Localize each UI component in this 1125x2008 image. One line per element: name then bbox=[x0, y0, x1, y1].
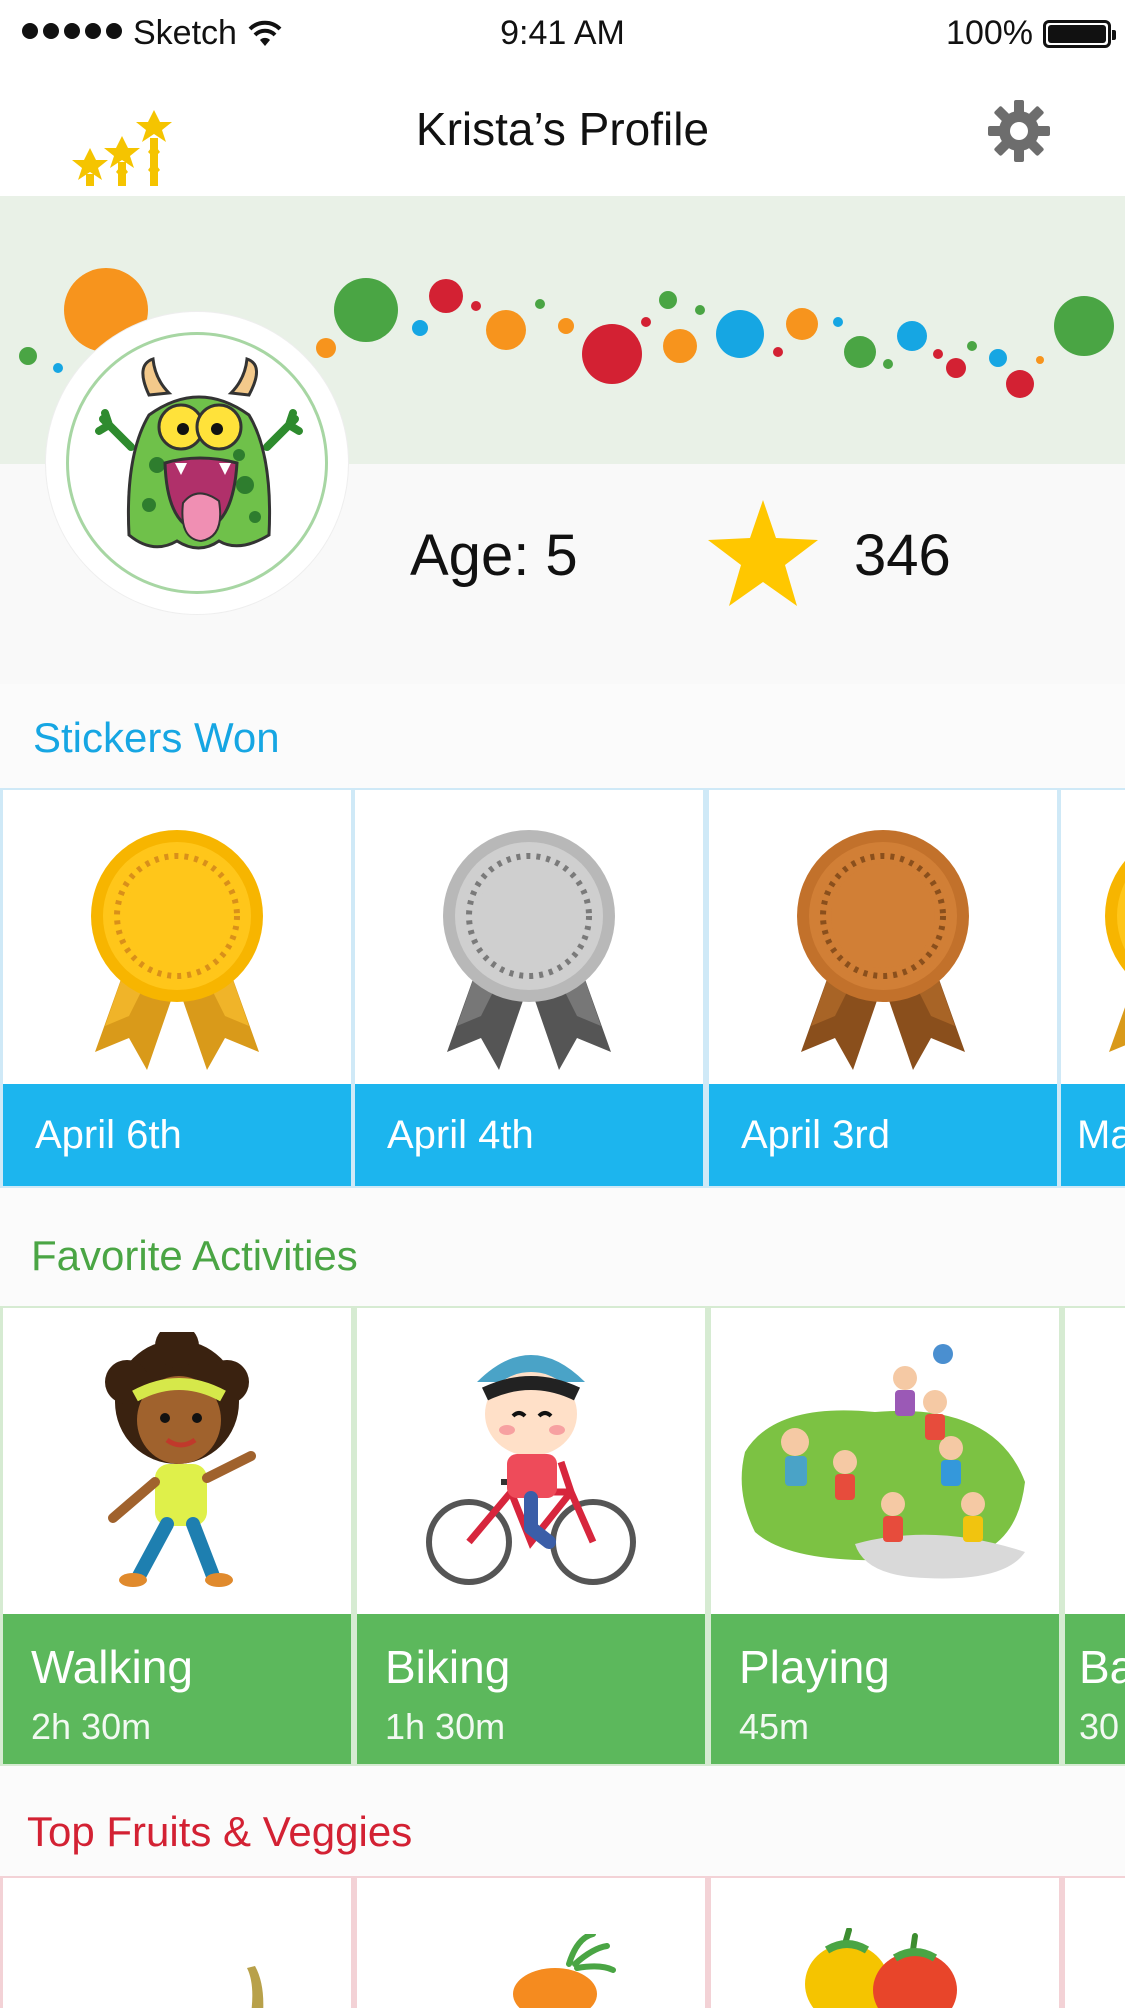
activity-name: Biking bbox=[385, 1641, 511, 1693]
activity-name: Walking bbox=[31, 1641, 193, 1693]
sticker-date: April 4th bbox=[355, 1084, 703, 1186]
fruit-card[interactable] bbox=[354, 1878, 708, 2008]
activity-time: 2h 30m bbox=[31, 1706, 152, 1747]
activity-time: 1h 30m bbox=[385, 1706, 506, 1747]
page-title: Krista’s Profile bbox=[415, 103, 710, 155]
fruit-card[interactable] bbox=[708, 1878, 1062, 2008]
sticker-card[interactable]: April 4th bbox=[352, 790, 706, 1186]
battery-icon bbox=[1043, 19, 1116, 48]
monster-icon bbox=[95, 356, 303, 550]
activity-label: Ba 30 bbox=[1065, 1614, 1125, 1764]
gold-medal-icon bbox=[91, 830, 263, 1070]
monster-avatar-image bbox=[66, 332, 328, 594]
section-title-stickers: Stickers Won bbox=[33, 714, 280, 761]
section-title-activities: Favorite Activities bbox=[31, 1232, 358, 1279]
activity-card[interactable]: Walking 2h 30m bbox=[0, 1308, 354, 1764]
navigation-bar: Krista’s Profile bbox=[0, 64, 1125, 196]
sticker-card[interactable]: April 3rd bbox=[706, 790, 1060, 1186]
gold-medal-icon bbox=[1105, 860, 1125, 1052]
activity-name: Ba bbox=[1079, 1641, 1125, 1693]
stickers-carousel[interactable]: April 6th April 4th April 3rd M bbox=[0, 788, 1125, 1188]
sticker-card[interactable]: Ma bbox=[1058, 790, 1125, 1186]
age-text: Age: 5 bbox=[410, 523, 578, 588]
points-count: 346 bbox=[854, 523, 951, 588]
carrot-image bbox=[513, 1934, 616, 2008]
fruit-card[interactable] bbox=[0, 1878, 354, 2008]
battery-percent: 100% bbox=[946, 14, 1033, 52]
activity-label: Playing 45m bbox=[711, 1614, 1059, 1764]
activity-label: Walking 2h 30m bbox=[3, 1614, 351, 1764]
fruits-carousel[interactable] bbox=[0, 1876, 1125, 2008]
activity-card[interactable]: Playing 45m bbox=[708, 1308, 1062, 1764]
peppers-image bbox=[805, 1928, 957, 2008]
sticker-date: April 3rd bbox=[709, 1084, 1057, 1186]
sticker-card[interactable]: April 6th bbox=[0, 790, 354, 1186]
biking-girl-image bbox=[426, 1355, 636, 1585]
bronze-medal-icon bbox=[797, 830, 969, 1070]
status-bar: Sketch 9:41 AM 100% bbox=[0, 0, 1125, 64]
sticker-date: April 6th bbox=[3, 1084, 351, 1186]
banana-image bbox=[247, 1966, 264, 2008]
activity-card[interactable]: Biking 1h 30m bbox=[354, 1308, 708, 1764]
sticker-date: Ma bbox=[1061, 1084, 1125, 1186]
activity-time: 45m bbox=[739, 1706, 810, 1747]
gear-icon[interactable] bbox=[986, 98, 1052, 164]
kids-playing-image bbox=[741, 1344, 1025, 1579]
walking-girl-image bbox=[105, 1332, 256, 1587]
fruit-card[interactable] bbox=[1062, 1878, 1125, 2008]
activity-label: Biking 1h 30m bbox=[357, 1614, 705, 1764]
silver-medal-icon bbox=[443, 830, 615, 1070]
activities-carousel[interactable]: Walking 2h 30m Biking 1h 30m Playing 45m… bbox=[0, 1306, 1125, 1766]
activity-card[interactable]: Ba 30 bbox=[1062, 1308, 1125, 1764]
star-icon bbox=[708, 500, 818, 606]
activity-time: 30 bbox=[1079, 1706, 1120, 1747]
battery-area: 100% bbox=[946, 14, 1116, 53]
activity-name: Playing bbox=[739, 1641, 890, 1693]
section-title-fruits: Top Fruits & Veggies bbox=[27, 1808, 413, 1855]
avatar[interactable] bbox=[46, 312, 348, 614]
